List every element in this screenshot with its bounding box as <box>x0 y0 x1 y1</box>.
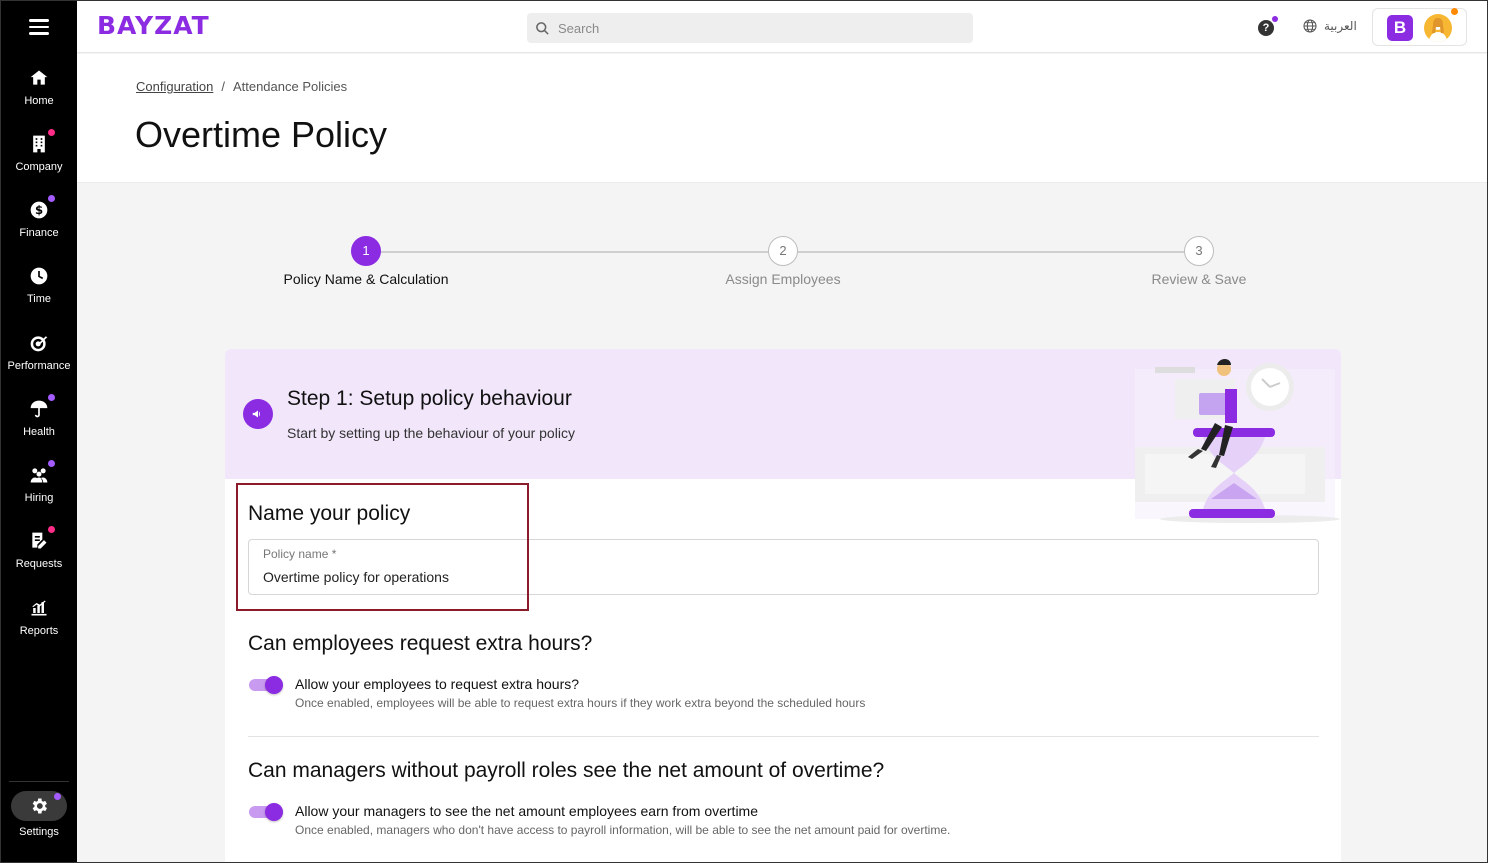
policy-form-card: Step 1: Setup policy behaviour Start by … <box>225 349 1341 862</box>
sidebar-item-label: Requests <box>15 558 63 570</box>
people-icon <box>27 460 55 487</box>
section-divider <box>248 736 1319 737</box>
policy-name-value[interactable]: Overtime policy for operations <box>263 569 449 585</box>
notification-dot <box>48 460 55 467</box>
svg-text:$: $ <box>35 203 43 217</box>
app-window: Home Company $ Finance Time Performance … <box>0 0 1488 863</box>
profile-switcher[interactable]: B <box>1372 8 1467 46</box>
sidebar-divider <box>9 781 69 782</box>
stepper-connector <box>798 251 1186 253</box>
notification-dot <box>48 129 55 136</box>
sidebar-item-label: Company <box>15 161 63 173</box>
extra-hours-title: Can employees request extra hours? <box>248 632 593 655</box>
sidebar-item-label: Settings <box>19 826 59 838</box>
sidebar-item-label: Reports <box>19 625 59 637</box>
sidebar-item-label: Finance <box>19 227 59 239</box>
net-amount-title: Can managers without payroll roles see t… <box>248 759 885 782</box>
notification-dot <box>1451 8 1458 15</box>
notification-dot <box>1272 16 1278 22</box>
sidebar-item-label: Hiring <box>24 492 54 504</box>
sidebar-item-reports[interactable]: Reports <box>1 596 77 637</box>
step-heading: Step 1: Setup policy behaviour <box>287 387 572 410</box>
step-2-label[interactable]: Assign Employees <box>725 271 840 287</box>
dollar-icon: $ <box>27 195 55 222</box>
hourglass-illustration <box>1135 359 1340 523</box>
company-badge: B <box>1387 15 1413 41</box>
avatar <box>1424 14 1452 42</box>
sidebar-item-time[interactable]: Time <box>1 264 77 305</box>
step-3-label[interactable]: Review & Save <box>1152 271 1247 287</box>
policy-name-field[interactable]: Policy name * Overtime policy for operat… <box>248 539 1319 595</box>
sidebar-item-health[interactable]: Health <box>1 394 77 438</box>
breadcrumb-current: Attendance Policies <box>232 79 348 94</box>
name-section-title: Name your policy <box>248 502 411 525</box>
document-edit-icon <box>27 526 55 553</box>
building-icon <box>27 129 55 156</box>
notification-dot <box>48 394 55 401</box>
page-header: Configuration / Attendance Policies Over… <box>77 54 1487 183</box>
language-label: العربية <box>1324 19 1357 33</box>
menu-icon[interactable] <box>29 19 49 35</box>
megaphone-icon <box>243 399 273 429</box>
sidebar-item-performance[interactable]: Performance <box>1 331 77 372</box>
extra-hours-toggle[interactable] <box>249 676 283 694</box>
net-amount-toggle[interactable] <box>249 803 283 821</box>
sidebar-item-finance[interactable]: $ Finance <box>1 195 77 239</box>
sidebar-item-label: Health <box>23 426 55 438</box>
extra-hours-option-help: Once enabled, employees will be able to … <box>295 696 866 710</box>
notification-dot <box>48 526 55 533</box>
sidebar-item-requests[interactable]: Requests <box>1 526 77 570</box>
step-2-indicator[interactable]: 2 <box>768 236 798 266</box>
notification-dot <box>48 195 55 202</box>
sidebar-item-home[interactable]: Home <box>1 66 77 107</box>
target-icon <box>27 331 51 355</box>
toggle-knob <box>265 676 283 694</box>
page-title: Overtime Policy <box>135 114 388 155</box>
step-1-indicator[interactable]: 1 <box>351 236 381 266</box>
breadcrumb-link-configuration[interactable]: Configuration <box>136 79 213 94</box>
sidebar: Home Company $ Finance Time Performance … <box>1 1 77 862</box>
home-icon <box>27 66 51 90</box>
top-bar: BAYZAT Search ? العربية B <box>77 1 1487 53</box>
sidebar-item-hiring[interactable]: Hiring <box>1 460 77 504</box>
extra-hours-option-label: Allow your employees to request extra ho… <box>295 676 580 692</box>
sidebar-item-label: Home <box>24 95 54 107</box>
notification-dot <box>54 793 61 800</box>
stepper-connector <box>381 251 769 253</box>
help-icon[interactable]: ? <box>1258 20 1274 36</box>
sidebar-item-label: Performance <box>7 360 71 372</box>
sidebar-item-company[interactable]: Company <box>1 129 77 173</box>
sidebar-item-label: Time <box>26 293 52 305</box>
settings-button[interactable] <box>11 791 67 821</box>
search-icon <box>536 21 549 35</box>
sidebar-item-settings[interactable]: Settings <box>1 791 77 838</box>
globe-icon <box>1303 19 1317 33</box>
umbrella-icon <box>27 394 55 421</box>
breadcrumb-separator: / <box>221 79 225 94</box>
search-input[interactable]: Search <box>527 13 973 43</box>
gear-icon <box>32 798 47 814</box>
net-amount-option-help: Once enabled, managers who don't have ac… <box>295 823 951 837</box>
bayzat-logo[interactable]: BAYZAT <box>97 11 210 40</box>
toggle-knob <box>265 803 283 821</box>
net-amount-option-label: Allow your managers to see the net amoun… <box>295 803 759 819</box>
step-subheading: Start by setting up the behaviour of you… <box>287 425 575 441</box>
step-3-indicator[interactable]: 3 <box>1184 236 1214 266</box>
breadcrumb: Configuration / Attendance Policies <box>136 79 347 94</box>
search-placeholder: Search <box>558 20 600 36</box>
clock-icon <box>27 264 51 288</box>
step-1-label[interactable]: Policy Name & Calculation <box>284 271 449 287</box>
language-switcher[interactable]: العربية <box>1302 18 1357 34</box>
policy-name-label: Policy name * <box>263 547 337 561</box>
bar-chart-icon <box>27 596 51 620</box>
